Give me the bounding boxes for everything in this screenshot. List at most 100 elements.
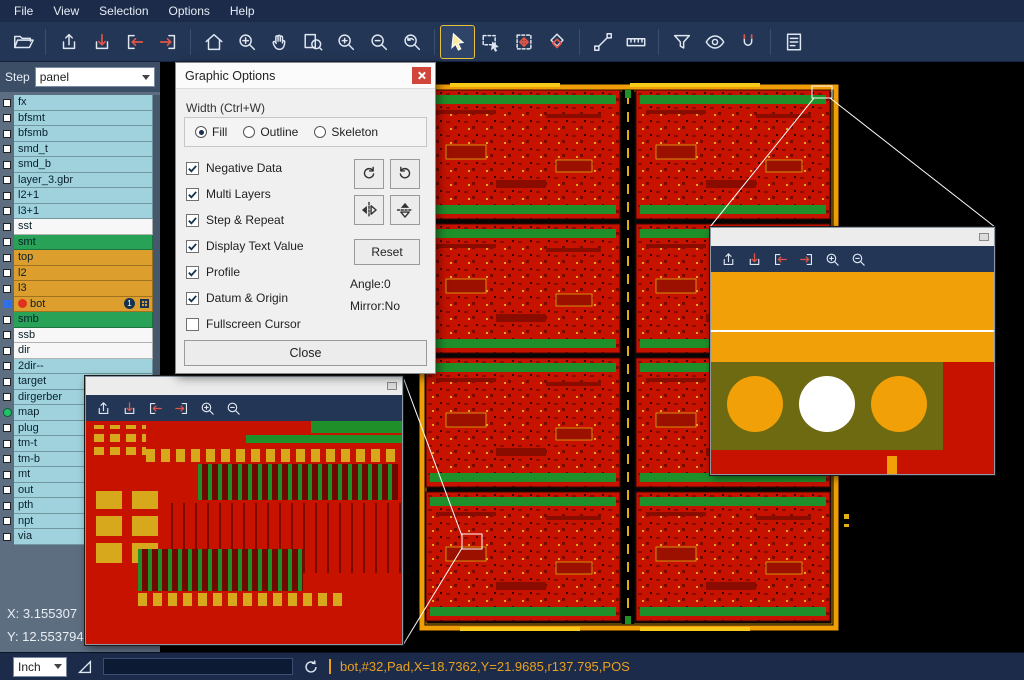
layer-visibility-checkbox[interactable] [3, 393, 11, 401]
menu-item-file[interactable]: File [4, 1, 43, 21]
layer-visibility-checkbox[interactable] [3, 207, 11, 215]
layer-visibility-checkbox[interactable] [3, 192, 11, 200]
zoom-out-button[interactable] [220, 396, 246, 420]
menu-item-selection[interactable]: Selection [89, 1, 158, 21]
step-forward-button[interactable] [168, 396, 194, 420]
layer-row-bfsmt[interactable]: bfsmt [0, 111, 153, 127]
layer-visibility-checkbox[interactable] [3, 378, 11, 386]
pan-button[interactable] [263, 26, 296, 58]
checkbox-step-repeat[interactable]: Step & Repeat [186, 207, 304, 233]
layer-visibility-checkbox[interactable] [3, 362, 11, 370]
magnifier-window-1[interactable] [85, 376, 403, 645]
layer-visibility-checkbox[interactable] [3, 145, 11, 153]
window-restore-icon[interactable] [979, 233, 989, 241]
layer-visibility-checkbox[interactable] [3, 254, 11, 262]
layer-row-layer-3-gbr[interactable]: layer_3.gbr [0, 173, 153, 189]
checkbox-negative-data[interactable]: Negative Data [186, 155, 304, 181]
layers-snap-button[interactable] [540, 26, 573, 58]
layer-visibility-checkbox[interactable] [3, 114, 11, 122]
layer-visibility-checkbox[interactable] [3, 471, 11, 479]
menu-item-help[interactable]: Help [220, 1, 265, 21]
layer-row-fx[interactable]: fx [0, 95, 153, 111]
layer-row-smd-b[interactable]: smd_b [0, 157, 153, 173]
corner-tool-icon[interactable] [76, 658, 94, 676]
zoom-in-button[interactable] [194, 396, 220, 420]
layer-visibility-checkbox[interactable] [3, 285, 11, 293]
layer-visibility-checkbox[interactable] [3, 533, 11, 541]
zoom-out-button[interactable] [362, 26, 395, 58]
zoom-in-button[interactable] [329, 26, 362, 58]
magnifier1-view[interactable] [86, 421, 402, 644]
refresh-icon[interactable] [302, 658, 320, 676]
menu-item-view[interactable]: View [43, 1, 89, 21]
checkbox-display-text-value[interactable]: Display Text Value [186, 233, 304, 259]
export-step-button[interactable] [85, 26, 118, 58]
import-step-button[interactable] [715, 247, 741, 271]
layer-visibility-checkbox[interactable] [3, 176, 11, 184]
layer-row-bot[interactable]: bot1 [0, 297, 153, 313]
checkbox-datum-origin[interactable]: Datum & Origin [186, 285, 304, 311]
layer-visibility-checkbox[interactable] [3, 440, 11, 448]
open-folder-button[interactable] [6, 26, 39, 58]
magnifier-window-2[interactable] [710, 227, 995, 475]
layer-visibility-checkbox[interactable] [3, 517, 11, 525]
layer-visibility-checkbox[interactable] [3, 455, 11, 463]
layer-row-sst[interactable]: sst [0, 219, 153, 235]
layer-visibility-checkbox[interactable] [3, 130, 11, 138]
zoom-select-button[interactable] [230, 26, 263, 58]
home-button[interactable] [197, 26, 230, 58]
radio-skeleton[interactable]: Skeleton [314, 125, 378, 139]
layer-row-smt[interactable]: smt [0, 235, 153, 251]
menu-item-options[interactable]: Options [159, 1, 220, 21]
checkbox-fullscreen-cursor[interactable]: Fullscreen Cursor [186, 311, 304, 337]
zoom-out-button[interactable] [845, 247, 871, 271]
layer-visibility-checkbox[interactable] [3, 486, 11, 494]
import-step-button[interactable] [52, 26, 85, 58]
layer-row-l2-1[interactable]: l2+1 [0, 188, 153, 204]
ruler-button[interactable] [619, 26, 652, 58]
layer-row-l3-1[interactable]: l3+1 [0, 204, 153, 220]
step-back-button[interactable] [767, 247, 793, 271]
layer-visibility-checkbox[interactable] [3, 316, 11, 324]
unit-select[interactable]: Inch [13, 657, 67, 677]
layer-visibility-checkbox[interactable] [3, 161, 11, 169]
magnifier1-titlebar[interactable] [86, 377, 402, 395]
step-forward-button[interactable] [793, 247, 819, 271]
layer-row-smd-t[interactable]: smd_t [0, 142, 153, 158]
step-select[interactable]: panel [35, 67, 155, 87]
mirror-vertical-button[interactable] [390, 195, 420, 225]
import-step-button[interactable] [90, 396, 116, 420]
step-forward-button[interactable] [151, 26, 184, 58]
step-back-button[interactable] [118, 26, 151, 58]
magnet-button[interactable] [731, 26, 764, 58]
layer-row-l3[interactable]: l3 [0, 281, 153, 297]
layer-visibility-checkbox[interactable] [3, 99, 11, 107]
zoom-in-button[interactable] [819, 247, 845, 271]
filter-button[interactable] [665, 26, 698, 58]
layer-row-bfsmb[interactable]: bfsmb [0, 126, 153, 142]
magnifier2-view[interactable] [711, 272, 994, 474]
export-step-button[interactable] [116, 396, 142, 420]
window-restore-icon[interactable] [387, 382, 397, 390]
close-button[interactable]: Close [184, 340, 427, 366]
zoom-area-button[interactable] [296, 26, 329, 58]
export-step-button[interactable] [741, 247, 767, 271]
layer-visibility-checkbox[interactable] [3, 238, 11, 246]
step-back-button[interactable] [142, 396, 168, 420]
layer-visibility-checkbox[interactable] [3, 502, 11, 510]
layer-visibility-checkbox[interactable] [3, 223, 11, 231]
rotate-cw-button[interactable] [354, 159, 384, 189]
radio-outline[interactable]: Outline [243, 125, 298, 139]
reset-button[interactable]: Reset [354, 239, 420, 265]
layer-row-l2[interactable]: l2 [0, 266, 153, 282]
layer-row-ssb[interactable]: ssb [0, 328, 153, 344]
measure-line-button[interactable] [586, 26, 619, 58]
layer-row-dir[interactable]: dir [0, 343, 153, 359]
visibility-button[interactable] [698, 26, 731, 58]
select-cursor-button[interactable] [441, 26, 474, 58]
layer-row-2dir[interactable]: 2dir-- [0, 359, 153, 375]
dialog-titlebar[interactable]: Graphic Options [176, 63, 435, 89]
radio-fill[interactable]: Fill [195, 125, 227, 139]
checkbox-profile[interactable]: Profile [186, 259, 304, 285]
layer-visibility-checkbox[interactable] [3, 269, 11, 277]
